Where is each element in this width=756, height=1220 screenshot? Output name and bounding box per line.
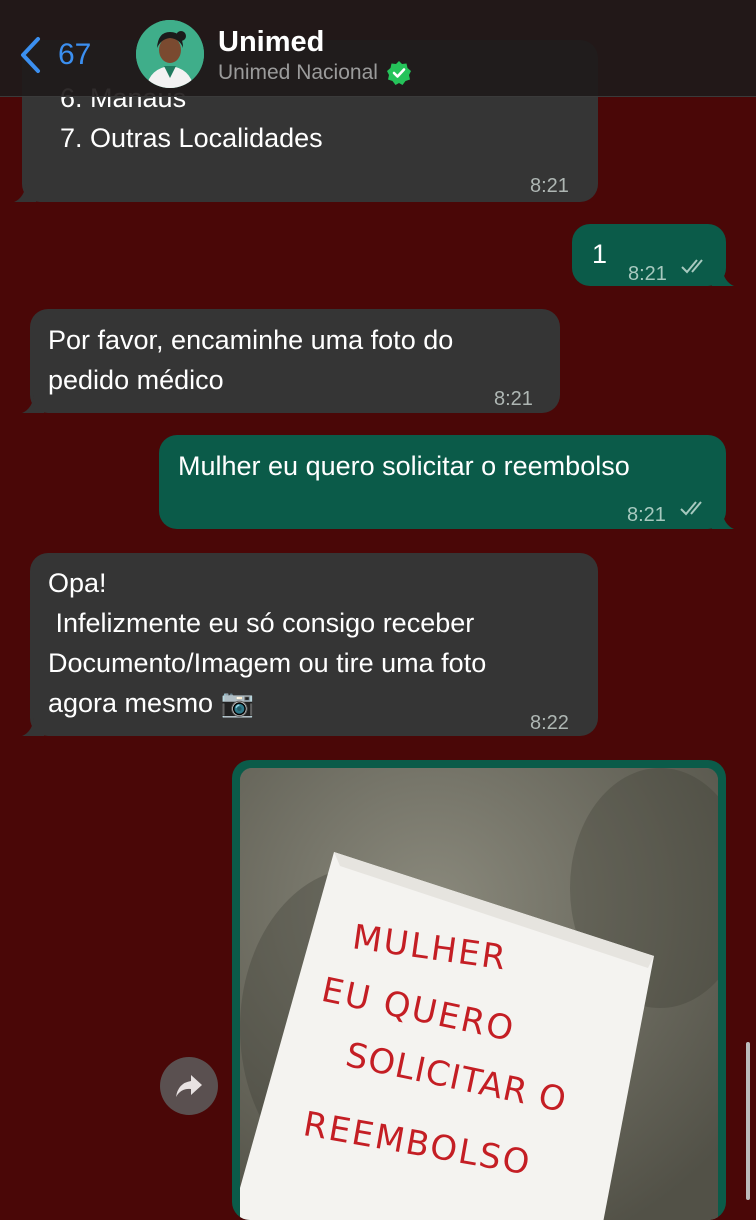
outgoing-image-message[interactable]: MULHER EU QUERO SOLICITAR O REEMBOLSO — [232, 760, 726, 1220]
bubble-tail — [14, 184, 36, 202]
forward-arrow-icon — [176, 1075, 202, 1097]
message-text: Mulher eu quero solicitar o reembolso — [178, 451, 630, 481]
verified-badge-icon — [386, 61, 411, 85]
incoming-message[interactable]: Por favor, encaminhe uma foto do pedido … — [22, 309, 560, 413]
double-check-icon — [680, 501, 702, 516]
business-name: Unimed Nacional — [218, 61, 378, 84]
unread-count: 67 — [58, 38, 92, 71]
message-time: 8:21 — [628, 263, 667, 285]
message-time: 8:22 — [530, 712, 569, 734]
chat-header: 67 Unimed Unimed Nacional — [0, 0, 756, 97]
message-line: 7. Outras Localidades — [60, 123, 323, 153]
back-button[interactable]: 67 — [18, 36, 91, 74]
message-line: Documento/Imagem ou tire uma foto — [48, 648, 487, 678]
double-check-icon — [681, 259, 703, 274]
bubble-tail — [712, 268, 734, 286]
bubble-tail — [22, 395, 44, 413]
forward-button[interactable] — [160, 1057, 218, 1115]
avatar-image — [136, 20, 204, 88]
outgoing-message[interactable]: 1 8:21 — [572, 224, 734, 286]
message-time: 8:21 — [530, 175, 569, 197]
message-line: Por favor, encaminhe uma foto do — [48, 325, 454, 355]
bubble-tail — [22, 718, 44, 736]
scrollbar[interactable] — [746, 1042, 750, 1200]
chat-title[interactable]: Unimed — [218, 26, 324, 59]
incoming-message[interactable]: Opa! Infelizmente eu só consigo receber … — [22, 553, 598, 736]
chat-subtitle: Unimed Nacional — [218, 60, 412, 86]
message-line: Infelizmente eu só consigo receber — [48, 608, 475, 638]
avatar[interactable] — [136, 20, 204, 88]
chevron-left-icon — [21, 37, 40, 73]
message-line: pedido médico — [48, 365, 224, 395]
photo-image[interactable]: MULHER EU QUERO SOLICITAR O REEMBOLSO — [240, 768, 718, 1220]
message-line: agora mesmo 📷 — [48, 688, 255, 718]
message-time: 8:21 — [494, 388, 533, 410]
outgoing-message[interactable]: Mulher eu quero solicitar o reembolso 8:… — [159, 435, 734, 529]
message-time: 8:21 — [627, 504, 666, 526]
bubble-tail — [712, 511, 734, 529]
message-text: 1 — [592, 239, 608, 269]
message-line: Opa! — [48, 568, 107, 598]
